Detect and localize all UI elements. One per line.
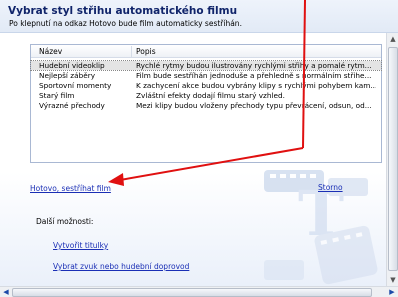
task-header: Vybrat styl střihu automatického filmu P… bbox=[0, 0, 398, 33]
horizontal-scrollbar[interactable]: ◀ ▶ bbox=[0, 286, 398, 297]
style-description: K zachycení akce budou vybrány klipy s r… bbox=[136, 81, 376, 90]
more-options-label: Další možnosti: bbox=[36, 217, 94, 226]
vertical-scroll-thumb[interactable] bbox=[388, 47, 398, 271]
style-description: Mezi klipy budou vloženy přechody typu p… bbox=[136, 101, 372, 110]
vertical-scrollbar[interactable]: ▲ ▼ bbox=[386, 33, 398, 286]
style-description: Film bude sestříhán jednoduše a přehledn… bbox=[136, 71, 372, 80]
style-name: Výrazné přechody bbox=[39, 101, 105, 110]
style-name: Nejlepší záběry bbox=[39, 71, 96, 80]
style-description: Zvláštní efekty dodají filmu starý vzhle… bbox=[136, 91, 285, 100]
list-item[interactable]: Sportovní momenty K zachycení akce budou… bbox=[31, 81, 381, 90]
style-name: Starý film bbox=[39, 91, 75, 100]
style-list[interactable]: Název Popis Hudební videoklip Rychlé ryt… bbox=[30, 44, 382, 163]
movie-filmstrip-watermark-icon: T bbox=[264, 170, 378, 285]
column-divider[interactable] bbox=[131, 46, 132, 57]
style-name: Hudební videoklip bbox=[39, 61, 105, 70]
list-item[interactable]: Starý film Zvláštní efekty dodají filmu … bbox=[31, 91, 381, 100]
cancel-link[interactable]: Storno bbox=[318, 183, 343, 192]
list-item[interactable]: Výrazné přechody Mezi klipy budou vložen… bbox=[31, 101, 381, 110]
select-audio-link[interactable]: Vybrat zvuk nebo hudební doprovod bbox=[53, 262, 189, 271]
list-item[interactable]: Nejlepší záběry Film bude sestříhán jedn… bbox=[31, 71, 381, 80]
style-name: Sportovní momenty bbox=[39, 81, 112, 90]
scroll-right-icon[interactable]: ▶ bbox=[386, 287, 398, 297]
create-titles-link[interactable]: Vytvořit titulky bbox=[53, 241, 108, 250]
scroll-down-icon[interactable]: ▼ bbox=[387, 274, 398, 286]
style-description: Rychlé rytmy budou ilustrovány rychlými … bbox=[136, 61, 372, 70]
done-edit-movie-link[interactable]: Hotovo, sestříhat film bbox=[30, 184, 111, 193]
column-header-description[interactable]: Popis bbox=[136, 47, 156, 56]
horizontal-scroll-thumb[interactable] bbox=[12, 288, 372, 297]
list-header: Název Popis bbox=[31, 45, 381, 58]
scroll-up-icon[interactable]: ▲ bbox=[387, 33, 398, 45]
list-item[interactable]: Hudební videoklip Rychlé rytmy budou ilu… bbox=[30, 60, 382, 71]
scroll-left-icon[interactable]: ◀ bbox=[0, 287, 12, 297]
column-header-name[interactable]: Název bbox=[39, 47, 62, 56]
page-subtitle: Po klepnutí na odkaz Hotovo bude film au… bbox=[9, 19, 242, 28]
page-title: Vybrat styl střihu automatického filmu bbox=[8, 5, 238, 17]
